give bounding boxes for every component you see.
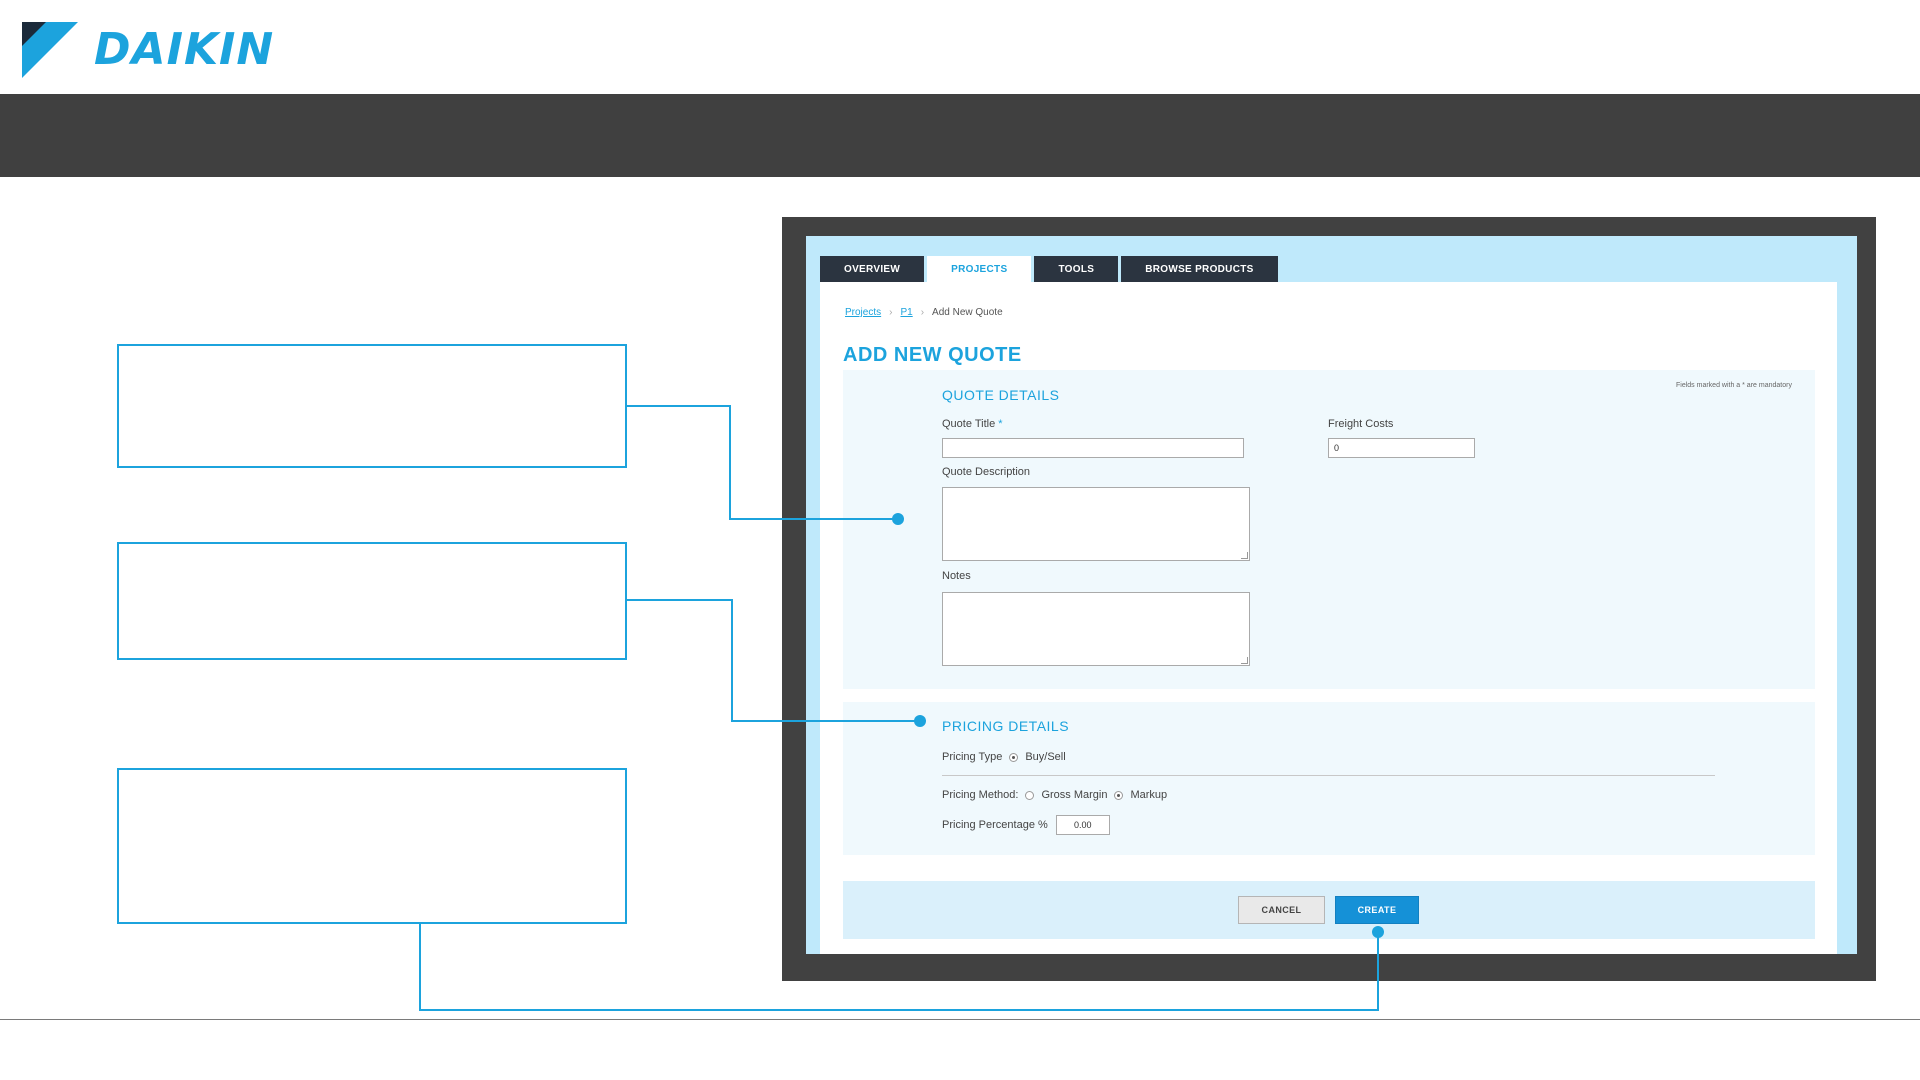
tab-browse-products[interactable]: BROWSE PRODUCTS [1121, 256, 1278, 282]
pricing-percentage-label: Pricing Percentage % [942, 819, 1048, 831]
footer-divider [0, 1019, 1920, 1020]
daikin-logo-mark-icon [22, 22, 78, 78]
breadcrumb: Projects › P1 › Add New Quote [845, 307, 1003, 318]
quote-description-label: Quote Description [942, 466, 1031, 478]
tab-projects[interactable]: PROJECTS [927, 256, 1032, 282]
pricing-method-label: Pricing Method: [942, 789, 1019, 801]
callout-box-pricing-details [117, 542, 627, 660]
freight-costs-label: Freight Costs [1328, 418, 1394, 430]
divider [942, 775, 1715, 776]
resize-handle-icon[interactable] [1241, 657, 1248, 664]
quote-details-title: QUOTE DETAILS [942, 387, 1060, 403]
callout-box-quote-details [117, 344, 627, 468]
notes-label: Notes [942, 570, 971, 582]
daikin-logo: DAIKIN [22, 22, 282, 82]
breadcrumb-link-projects[interactable]: Projects [845, 307, 881, 318]
daikin-wordmark: DAIKIN [94, 24, 275, 75]
pricing-percentage-row: Pricing Percentage % [942, 815, 1110, 835]
quote-title-label-text: Quote Title [942, 418, 996, 430]
create-button[interactable]: CREATE [1335, 896, 1419, 924]
callout-box-create [117, 768, 627, 924]
markup-label: Markup [1130, 789, 1168, 801]
chevron-right-icon: › [920, 307, 925, 318]
action-bar [843, 881, 1815, 939]
breadcrumb-current: Add New Quote [932, 307, 1003, 318]
main-tabs: OVERVIEW PROJECTS TOOLS BROWSE PRODUCTS [820, 256, 1278, 282]
pricing-details-title: PRICING DETAILS [942, 718, 1070, 734]
gross-margin-label: Gross Margin [1041, 789, 1108, 801]
quote-title-label: Quote Title * [942, 418, 1003, 430]
pricing-method-row: Pricing Method: Gross Margin Markup [942, 789, 1167, 801]
required-marker: * [998, 418, 1003, 430]
header-bar [0, 94, 1920, 177]
tab-tools[interactable]: TOOLS [1034, 256, 1119, 282]
pricing-percentage-input[interactable] [1055, 815, 1110, 835]
quote-description-textarea[interactable] [942, 487, 1250, 561]
breadcrumb-link-p1[interactable]: P1 [900, 307, 912, 318]
mandatory-fields-note: Fields marked with a * are mandatory [1676, 382, 1792, 389]
cancel-button[interactable]: CANCEL [1238, 896, 1325, 924]
tab-overview[interactable]: OVERVIEW [820, 256, 925, 282]
page-title: ADD NEW QUOTE [843, 344, 1022, 366]
quote-title-input[interactable] [942, 438, 1244, 458]
pricing-type-buy-sell-radio[interactable] [1009, 752, 1019, 762]
chevron-right-icon: › [889, 307, 893, 318]
notes-textarea[interactable] [942, 592, 1250, 666]
markup-radio[interactable] [1114, 790, 1124, 800]
resize-handle-icon[interactable] [1241, 552, 1248, 559]
gross-margin-radio[interactable] [1025, 790, 1035, 800]
pricing-type-option-label: Buy/Sell [1025, 751, 1066, 763]
pricing-type-label: Pricing Type [942, 751, 1003, 763]
pricing-type-row: Pricing Type Buy/Sell [942, 751, 1066, 763]
freight-costs-input[interactable] [1328, 438, 1475, 458]
